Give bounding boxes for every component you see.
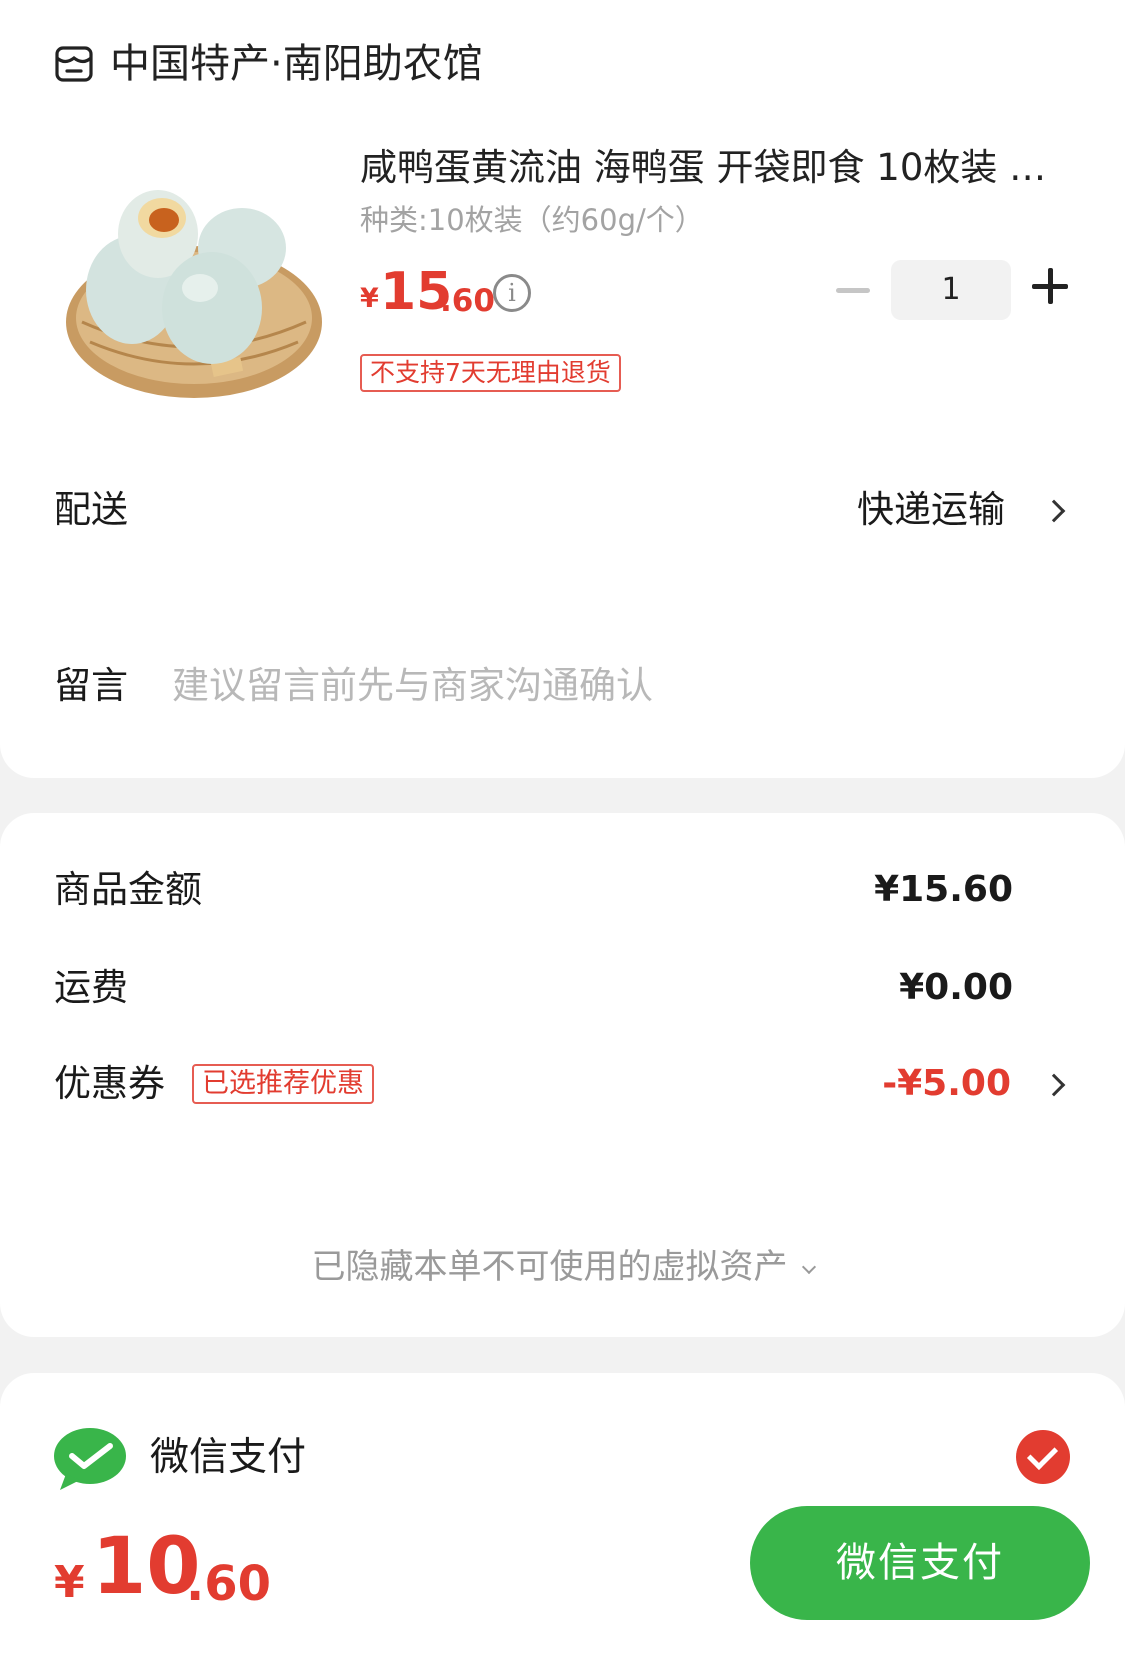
- goods-amount-label: 商品金额: [54, 868, 202, 911]
- quantity-increase-button[interactable]: [1032, 268, 1068, 304]
- wechat-pay-icon: [54, 1428, 126, 1490]
- product-image[interactable]: [62, 172, 326, 408]
- quantity-decrease-button[interactable]: [836, 288, 870, 293]
- note-input[interactable]: 建议留言前先与商家沟通确认: [172, 662, 653, 710]
- coupon-discount-value[interactable]: -¥5.00: [882, 1060, 1011, 1108]
- hidden-assets-text: 已隐藏本单不可使用的虚拟资产: [311, 1247, 788, 1287]
- chevron-right-icon[interactable]: [1042, 499, 1066, 523]
- coupon-label: 优惠券: [54, 1062, 165, 1105]
- coupon-recommend-tag: 已选推荐优惠: [192, 1064, 374, 1104]
- store-icon: [55, 46, 93, 82]
- info-icon[interactable]: i: [493, 274, 531, 312]
- delivery-method[interactable]: 快递运输: [857, 486, 1005, 534]
- note-label: 留言: [54, 664, 128, 707]
- product-variant[interactable]: 种类:10枚装（约60g/个）: [360, 200, 704, 240]
- shipping-value: ¥0.00: [899, 967, 1013, 1008]
- price-currency: ¥: [360, 283, 379, 314]
- total-integer: 10: [92, 1522, 201, 1612]
- total-currency: ¥: [54, 1557, 85, 1608]
- product-title[interactable]: 咸鸭蛋黄流油 海鸭蛋 开袋即食 10枚装 流油咸鸭蛋: [360, 142, 1060, 194]
- price-decimal: .60: [440, 283, 495, 319]
- chevron-down-icon: [801, 1259, 816, 1275]
- return-policy-tag: 不支持7天无理由退货: [360, 354, 621, 392]
- payment-method-label[interactable]: 微信支付: [150, 1432, 306, 1484]
- selected-check-icon[interactable]: [1016, 1430, 1070, 1484]
- store-name[interactable]: 中国特产·南阳助农馆: [110, 38, 483, 90]
- goods-amount-value: ¥15.60: [874, 869, 1013, 910]
- order-item-card: 中国特产·南阳助农馆 咸鸭蛋黄流油 海鸭蛋 开袋即食 10枚装 流油咸鸭蛋 种类…: [0, 0, 1125, 778]
- hidden-assets-toggle[interactable]: 已隐藏本单不可使用的虚拟资产: [0, 1244, 1125, 1290]
- quantity-input[interactable]: 1: [891, 260, 1011, 320]
- total-decimal: .60: [186, 1556, 272, 1612]
- delivery-label: 配送: [54, 488, 128, 531]
- shipping-label: 运费: [54, 966, 128, 1009]
- wechat-pay-button[interactable]: 微信支付: [750, 1506, 1090, 1620]
